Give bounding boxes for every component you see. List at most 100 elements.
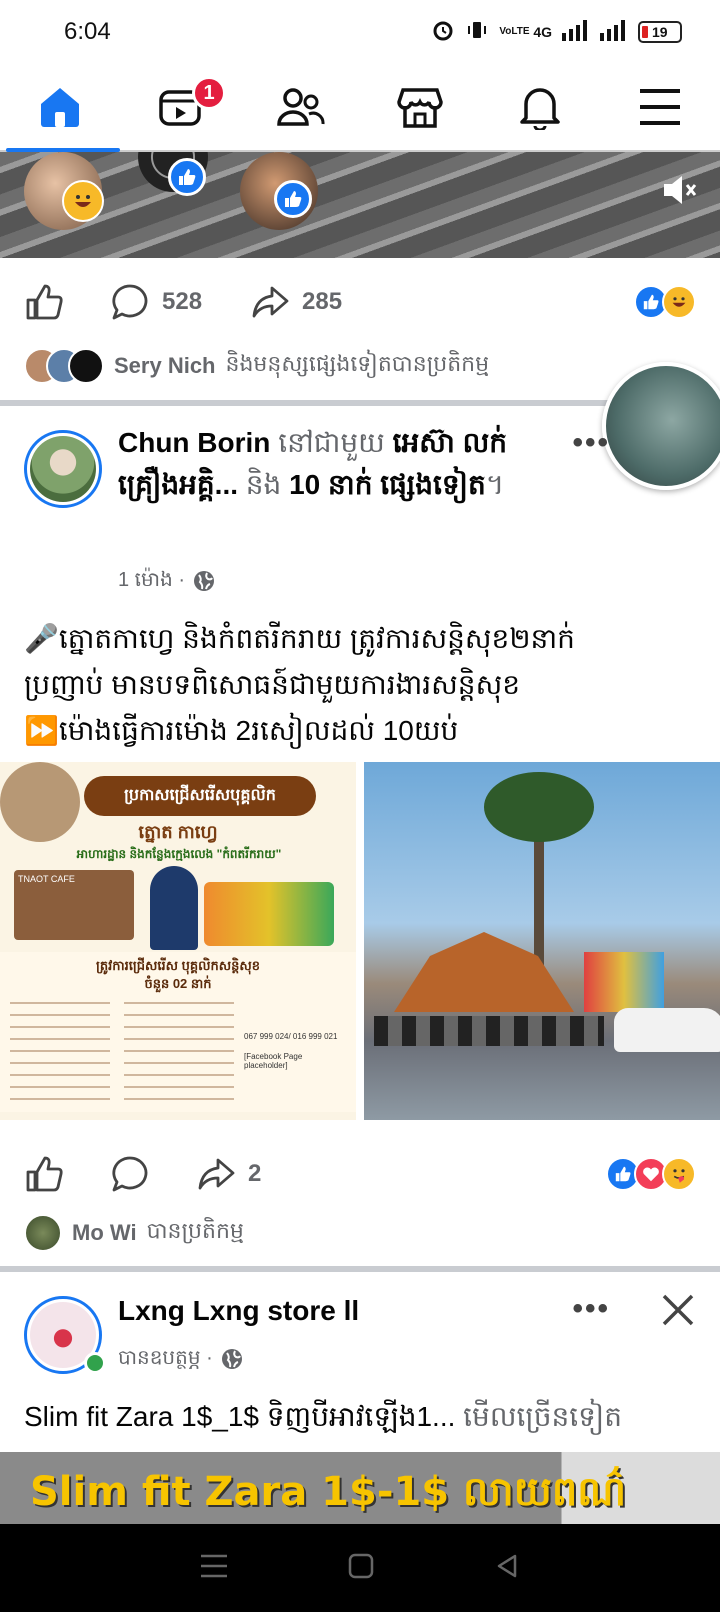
tagged-others[interactable]: 10 នាក់ ផ្សេងទៀត (289, 469, 486, 500)
post-text-line: ប្រញាប់ មានបទពិសោធន៍ជាមួយការងារសន្តិសុខ (24, 669, 521, 700)
post-author-name[interactable]: Lxng Lxng store ll (118, 1295, 359, 1326)
status-bar: 6:04 VoLTE 4G 19 (0, 0, 720, 64)
post-meta: បានឧបត្ថម្ភ · (118, 1344, 243, 1374)
menu-icon (640, 89, 680, 125)
reactor-rest: និងមនុស្សផ្សេងទៀតបានប្រតិកម្ម (225, 351, 490, 376)
share-icon (198, 1158, 235, 1190)
reactor-line[interactable]: Mo Wi បានប្រតិកម្ម (24, 1214, 244, 1252)
post-actions: 2 (0, 1134, 720, 1214)
tab-marketplace[interactable] (360, 64, 480, 150)
like-button[interactable] (24, 282, 64, 322)
post-body-text: 🎤ត្នោតកាហ្វេ និងកំពតរីករាយ ត្រូវការសន្តិ… (24, 616, 704, 754)
main-nav: 1 (0, 64, 720, 152)
reactor-rest: បានប្រតិកម្ម (146, 1218, 244, 1243)
share-button[interactable]: 2 (196, 1154, 261, 1194)
cafe-sign: TNAOT CAFE (18, 874, 75, 884)
comment-icon (112, 1156, 148, 1192)
tab-friends[interactable] (240, 64, 360, 150)
system-navigation-bar (0, 1524, 720, 1612)
post-body-text: Slim fit Zara 1$_1$ ទិញបីអាវឡើង1... មើលច… (24, 1394, 704, 1440)
marketplace-icon (397, 88, 443, 128)
back-triangle-icon (497, 1554, 517, 1577)
friends-icon (277, 88, 325, 126)
previous-post-media[interactable] (0, 152, 720, 258)
status-icons: VoLTE 4G 19 (431, 18, 682, 45)
post-meta: 1 ម៉ោង · (118, 566, 215, 596)
recent-apps-button[interactable] (199, 1552, 229, 1585)
playground-graphic (204, 882, 334, 946)
close-icon[interactable] (658, 1290, 698, 1335)
post-time: បានឧបត្ថម្ភ · (118, 1347, 213, 1369)
comment-button[interactable] (110, 1154, 150, 1194)
battery-icon: 19 (638, 20, 682, 43)
care-reaction-icon (662, 1157, 696, 1191)
avatar (68, 348, 104, 384)
post-header: Lxng Lxng store ll (118, 1290, 558, 1332)
tab-menu[interactable] (600, 64, 720, 150)
post-image-ad[interactable]: Slim fit Zara 1$-1$ លាយពណ៌ (0, 1452, 720, 1524)
poster-phone: 067 999 024/ 016 999 021 (244, 1032, 338, 1041)
more-options-button[interactable]: ••• (572, 426, 610, 460)
poster-count: ចំនួន 02 នាក់ (144, 976, 212, 991)
battery-level: 19 (652, 23, 668, 40)
thumbs-up-icon (26, 1156, 63, 1192)
reaction-summary[interactable] (634, 285, 696, 319)
post-author-name[interactable]: Chun Borin (118, 427, 270, 458)
signal-icon (562, 19, 590, 44)
poster-need: ត្រូវការជ្រើសរើស បុគ្គលិកសន្តិសុខ (95, 958, 261, 973)
back-button[interactable] (493, 1552, 521, 1585)
share-icon (252, 286, 289, 318)
more-options-button[interactable]: ••• (572, 1292, 610, 1326)
thumbs-up-icon (26, 284, 63, 320)
period: ។ (485, 469, 505, 500)
with-text: នៅជាមួយ (278, 427, 385, 458)
vibrate-icon (465, 18, 489, 45)
globe-icon (193, 571, 214, 591)
poster-list-graphic (124, 1002, 234, 1102)
like-button[interactable] (24, 1154, 64, 1194)
poster-brand: ត្នោត កាហ្វេ (138, 822, 218, 842)
haha-reaction-icon (662, 285, 696, 319)
guard-graphic (150, 866, 198, 950)
home-button[interactable] (347, 1552, 375, 1585)
and-text: និង (245, 469, 282, 500)
share-button[interactable]: 285 (250, 282, 342, 322)
reaction-summary[interactable] (606, 1157, 696, 1191)
reactor-name[interactable]: Mo Wi (72, 1220, 137, 1246)
post-text-line: ⏩ម៉ោងធ្វើការម៉ោង 2រសៀលដល់ 10យប់ (24, 715, 459, 746)
square-icon (348, 1553, 374, 1578)
post-image-venue[interactable] (364, 762, 720, 1120)
post-text-line: Slim fit Zara 1$_1$ ទិញបីអាវឡើង1... (24, 1401, 456, 1432)
chat-head-avatar[interactable] (602, 362, 720, 490)
network-label: 4G (533, 23, 552, 40)
cafe-graphic: TNAOT CAFE (14, 870, 134, 940)
ad-banner-text: Slim fit Zara 1$-1$ លាយពណ៌ (30, 1469, 627, 1515)
comment-count: 528 (162, 288, 203, 315)
post-separator (0, 1266, 720, 1272)
like-reaction-icon (168, 158, 206, 196)
volte-label: VoLTE (499, 25, 530, 37)
tab-video[interactable]: 1 (120, 64, 240, 150)
post-time[interactable]: 1 ម៉ោង · (118, 566, 185, 596)
like-reaction-icon (274, 180, 312, 218)
menu-lines-icon (201, 1554, 227, 1577)
avatar (24, 1214, 62, 1252)
tab-notifications[interactable] (480, 64, 600, 150)
poster-list-graphic (10, 1002, 110, 1102)
signal-icon-2 (600, 19, 628, 44)
reactor-name[interactable]: Sery Nich (114, 353, 216, 379)
reactor-line[interactable]: Sery Nich និងមនុស្សផ្សេងទៀតបានប្រតិកម្ម (24, 348, 489, 384)
tab-home[interactable] (0, 64, 120, 152)
poster-title: ប្រកាសជ្រើសរើសបុគ្គលិក (84, 776, 316, 816)
mute-icon[interactable] (660, 170, 700, 215)
alarm-icon (431, 18, 455, 45)
comment-button[interactable]: 528 (110, 282, 202, 322)
facebook-feed-screen: 6:04 VoLTE 4G 19 1 528 285 Sery Nich និង… (0, 0, 720, 1612)
haha-reaction-icon (62, 180, 104, 222)
globe-icon (221, 1349, 242, 1369)
post-author-avatar[interactable] (24, 430, 102, 508)
post-image-poster[interactable]: ប្រកាសជ្រើសរើសបុគ្គលិក ត្នោត កាហ្វេ អាហា… (0, 762, 356, 1120)
see-more-link[interactable]: មើលច្រើនទៀត (463, 1401, 622, 1432)
video-badge: 1 (192, 76, 226, 110)
palm-leaves-graphic (484, 772, 594, 842)
